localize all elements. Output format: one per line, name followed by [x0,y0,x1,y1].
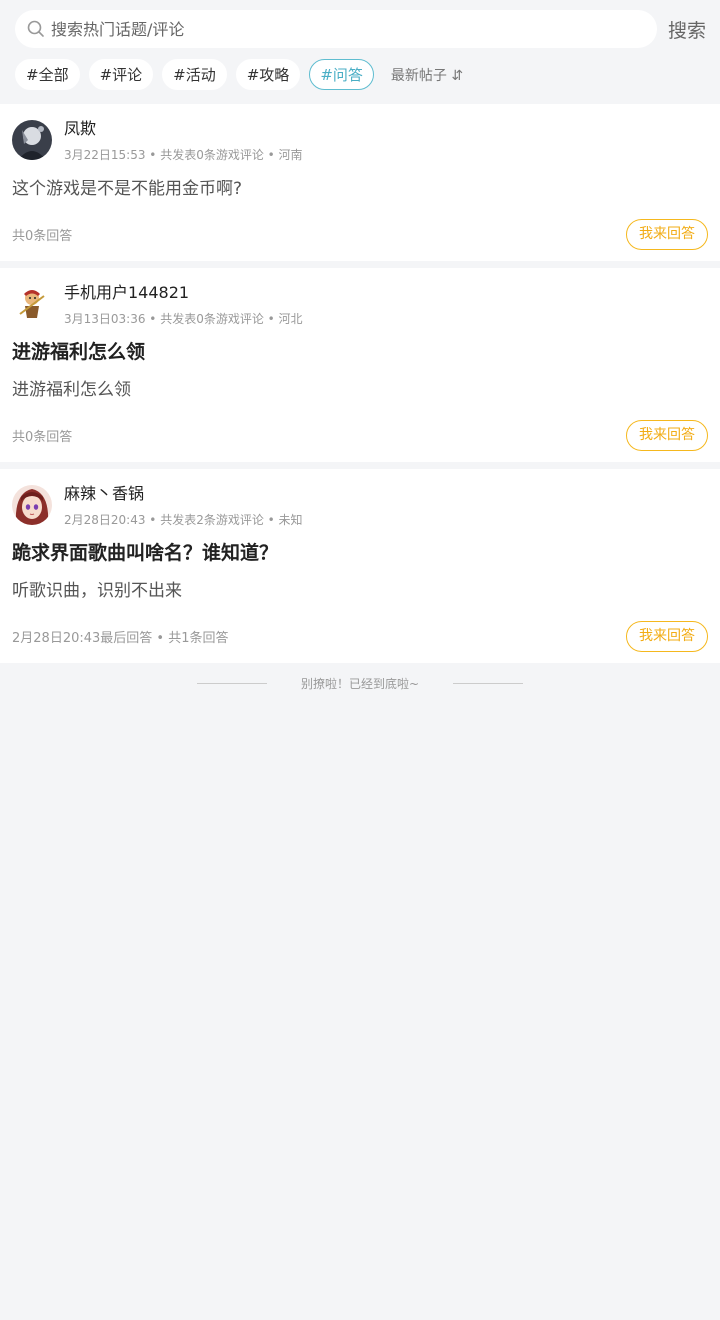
post-meta: 3月22日15:53 • 共发表0条游戏评论 • 河南 [64,148,303,162]
tag-qa[interactable]: #问答 [309,59,374,90]
post-footer: 共0条回答 我来回答 [12,217,708,261]
post-meta: 3月13日03:36 • 共发表0条游戏评论 • 河北 [64,312,303,326]
search-input[interactable] [51,19,611,39]
post-card[interactable]: 麻辣丶香锅 2月28日20:43 • 共发表2条游戏评论 • 未知 跪求界面歌曲… [0,469,720,663]
search-row: 搜索 [15,10,708,48]
search-button[interactable]: 搜索 [668,16,706,43]
post-title[interactable]: 进游福利怎么领 [12,340,708,364]
answer-count: 共0条回答 [12,228,73,244]
divider [196,682,267,684]
post-header: 手机用户144821 3月13日03:36 • 共发表0条游戏评论 • 河北 [12,283,708,327]
tag-row: #全部 #评论 #活动 #攻略 #问答 最新帖子 ⇵ [15,59,708,90]
top-bar: 搜索 #全部 #评论 #活动 #攻略 #问答 最新帖子 ⇵ [0,0,720,104]
post-footer: 2月28日20:43最后回答 • 共1条回答 我来回答 [12,619,708,663]
end-text: 别撩啦！已经到底啦~ [300,676,420,691]
answer-button[interactable]: 我来回答 [626,419,708,451]
divider [453,682,524,684]
post-body[interactable]: 听歌识曲，识别不出来 [12,579,708,603]
post-card[interactable]: 手机用户144821 3月13日03:36 • 共发表0条游戏评论 • 河北 进… [0,268,720,462]
last-answer-info: 2月28日20:43最后回答 • 共1条回答 [12,630,229,646]
user-name[interactable]: 凤欺 [64,119,303,139]
avatar[interactable] [12,284,52,324]
tag-all[interactable]: #全部 [15,59,80,90]
answer-button[interactable]: 我来回答 [626,620,708,652]
post-header: 麻辣丶香锅 2月28日20:43 • 共发表2条游戏评论 • 未知 [12,484,708,528]
user-name[interactable]: 手机用户144821 [64,283,303,303]
post-title[interactable]: 跪求界面歌曲叫啥名？谁知道？ [12,541,708,565]
sort-dropdown[interactable]: 最新帖子 ⇵ [391,65,463,85]
search-box[interactable] [15,10,657,48]
post-footer: 共0条回答 我来回答 [12,418,708,462]
search-icon [27,20,44,37]
avatar[interactable] [12,485,52,525]
answer-count: 共0条回答 [12,429,73,445]
user-name[interactable]: 麻辣丶香锅 [64,484,303,504]
post-body[interactable]: 进游福利怎么领 [12,378,708,402]
post-header: 凤欺 3月22日15:53 • 共发表0条游戏评论 • 河南 [12,119,708,163]
avatar[interactable] [12,120,52,160]
end-of-list: 别撩啦！已经到底啦~ [0,663,720,703]
tag-guide[interactable]: #攻略 [235,59,301,90]
answer-button[interactable]: 我来回答 [626,218,708,250]
tag-activity[interactable]: #活动 [162,59,227,90]
post-meta: 2月28日20:43 • 共发表2条游戏评论 • 未知 [64,513,303,527]
tag-comment[interactable]: #评论 [88,59,154,90]
post-body[interactable]: 这个游戏是不是不能用金币啊? [12,177,708,201]
post-card[interactable]: 凤欺 3月22日15:53 • 共发表0条游戏评论 • 河南 这个游戏是不是不能… [0,104,720,261]
